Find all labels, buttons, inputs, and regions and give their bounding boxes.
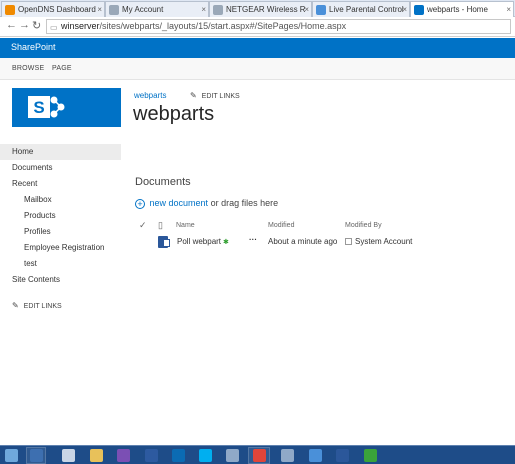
edit-links-label: EDIT LINKS (201, 93, 240, 100)
modified-by-name[interactable]: System Account (355, 237, 412, 246)
reload-icon[interactable]: ↻ (32, 19, 41, 32)
breadcrumb[interactable]: webparts (134, 91, 166, 100)
select-all-checkmark-icon[interactable]: ✓ (139, 220, 147, 231)
modified-cell: About a minute ago (268, 237, 338, 246)
tab-label: OpenDNS Dashboard (18, 5, 96, 14)
file-type-icon: ▯ (158, 220, 163, 230)
nav-item-mailbox[interactable]: Mailbox (0, 192, 121, 208)
plus-circle-icon[interactable]: + (135, 199, 145, 209)
new-document-row: + new document or drag files here (135, 198, 278, 209)
nav-item-test[interactable]: test (0, 256, 121, 272)
powershell-icon[interactable] (145, 449, 158, 462)
sharepoint-logo-icon: S (12, 88, 121, 127)
suite-bar: SharePoint (0, 38, 515, 58)
back-icon[interactable]: ← (6, 19, 17, 31)
nav-item-site-contents[interactable]: Site Contents (0, 272, 121, 288)
column-header-modified-by[interactable]: Modified By (345, 222, 382, 229)
word-document-icon (158, 236, 170, 248)
page-title: webparts (133, 103, 215, 125)
network-icon[interactable] (281, 449, 294, 462)
edit-links-label: EDIT LINKS (23, 303, 62, 310)
url-path: /sites/webparts/_layouts/15/start.aspx#/… (99, 21, 347, 31)
tab-label: My Account (122, 5, 164, 14)
new-item-icon: ✱ (223, 239, 229, 246)
live-icon (316, 5, 326, 15)
explorer-icon[interactable] (30, 449, 43, 462)
address-bar[interactable]: ▭ winserver/sites/webparts/_layouts/15/s… (46, 19, 511, 34)
documents-webpart-title[interactable]: Documents (135, 176, 191, 188)
screen: OpenDNS Dashboard × My Account × NETGEAR… (0, 0, 515, 464)
tab-label: NETGEAR Wireless R (226, 5, 306, 14)
nav-item-products[interactable]: Products (0, 208, 121, 224)
start-icon[interactable] (5, 449, 18, 462)
sharepoint-taskbar-icon[interactable] (172, 449, 185, 462)
tab-my-account[interactable]: My Account × (105, 1, 209, 17)
pencil-icon: ✎ (190, 91, 197, 100)
pencil-icon: ✎ (12, 301, 19, 310)
remote-desktop-icon[interactable] (309, 449, 322, 462)
column-header-modified[interactable]: Modified (268, 222, 294, 229)
site-logo[interactable]: S (12, 88, 121, 127)
browser-toolbar: ← → ↻ ▭ winserver/sites/webparts/_layout… (0, 17, 515, 37)
document-name-cell[interactable]: Poll webpart ✱ (177, 237, 229, 246)
tab-webparts-home[interactable]: webparts - Home × (410, 1, 514, 18)
drag-files-hint: or drag files here (210, 198, 279, 208)
visual-studio-icon[interactable] (117, 449, 130, 462)
nav-item-employee-registration[interactable]: Employee Registration (0, 240, 121, 256)
close-icon[interactable]: × (402, 2, 407, 17)
chrome-icon[interactable] (253, 449, 266, 462)
tab-netgear[interactable]: NETGEAR Wireless R × (209, 1, 312, 17)
nav-item-documents[interactable]: Documents (0, 160, 121, 176)
ribbon: BROWSE PAGE (0, 58, 515, 80)
page-info-icon[interactable]: ▭ (50, 21, 58, 34)
tab-label: Live Parental Control (329, 5, 404, 14)
top-edit-links[interactable]: ✎ EDIT LINKS (190, 91, 240, 100)
svg-text:S: S (33, 98, 44, 117)
left-navigation: Home Documents Recent Mailbox Products P… (0, 144, 121, 288)
tab-live-parental-control[interactable]: Live Parental Control × (312, 1, 410, 17)
suite-bar-title[interactable]: SharePoint (11, 42, 56, 52)
tab-opendns[interactable]: OpenDNS Dashboard × (1, 1, 105, 17)
ribbon-tab-browse[interactable]: BROWSE (12, 65, 44, 72)
skype-icon[interactable] (199, 449, 212, 462)
page-icon (213, 5, 223, 15)
presence-icon (345, 238, 352, 245)
word-icon[interactable] (336, 449, 349, 462)
download-icon[interactable] (364, 449, 377, 462)
page-icon (109, 5, 119, 15)
ellipsis-menu-icon[interactable]: ··· (249, 235, 257, 244)
browser-tab-strip: OpenDNS Dashboard × My Account × NETGEAR… (0, 0, 515, 18)
tab-label: webparts - Home (427, 5, 488, 14)
folder-icon[interactable] (90, 449, 103, 462)
close-icon[interactable]: × (304, 2, 309, 17)
close-icon[interactable]: × (201, 2, 206, 17)
server-manager-icon[interactable] (62, 449, 75, 462)
document-name-link[interactable]: Poll webpart (177, 237, 221, 246)
ribbon-tab-page[interactable]: PAGE (52, 65, 72, 72)
close-icon[interactable]: × (506, 2, 511, 17)
nav-item-recent[interactable]: Recent (0, 176, 121, 192)
nav-item-home[interactable]: Home (0, 144, 121, 160)
new-document-link[interactable]: new document (150, 198, 209, 208)
sharepoint-icon (414, 5, 424, 15)
nav-item-profiles[interactable]: Profiles (0, 224, 121, 240)
column-header-name[interactable]: Name (176, 222, 195, 229)
forward-icon[interactable]: → (19, 19, 30, 31)
opendns-icon (5, 5, 15, 15)
left-nav-edit-links[interactable]: ✎ EDIT LINKS (12, 301, 62, 310)
url-host: winserver (61, 21, 100, 31)
close-icon[interactable]: × (97, 2, 102, 17)
settings-icon[interactable] (226, 449, 239, 462)
windows-taskbar (0, 445, 515, 464)
modified-by-cell[interactable]: System Account (345, 237, 412, 246)
